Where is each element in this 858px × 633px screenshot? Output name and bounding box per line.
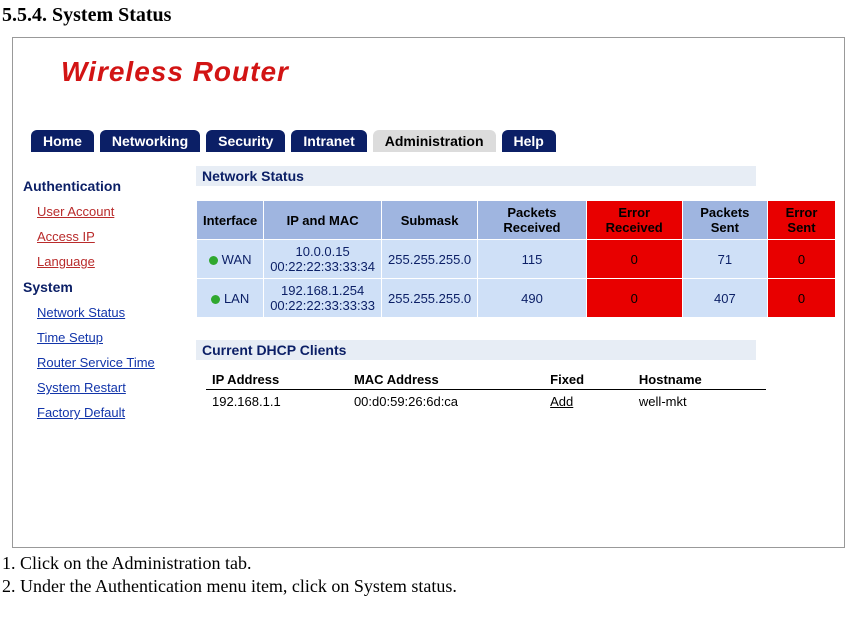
- cell-interface: LAN: [197, 279, 264, 318]
- th-submask: Submask: [382, 201, 478, 240]
- table-header-row: IP Address MAC Address Fixed Hostname: [206, 370, 766, 390]
- sidebar-item-user-account[interactable]: User Account: [37, 204, 186, 219]
- sidebar-item-system-restart[interactable]: System Restart: [37, 380, 186, 395]
- dhcp-clients-table: IP Address MAC Address Fixed Hostname 19…: [206, 370, 766, 413]
- add-fixed-link[interactable]: Add: [550, 394, 573, 409]
- cell-fixed: Add: [544, 390, 633, 414]
- cell-error-recv: 0: [586, 240, 682, 279]
- cell-ip-mac: 10.0.0.1500:22:22:33:33:34: [264, 240, 382, 279]
- cell-packets-recv: 490: [478, 279, 587, 318]
- status-dot-icon: [211, 295, 220, 304]
- cell-error-sent: 0: [768, 279, 836, 318]
- tab-help[interactable]: Help: [502, 130, 556, 152]
- cell-ip-mac: 192.168.1.25400:22:22:33:33:33: [264, 279, 382, 318]
- router-screenshot: Wireless Router Home Networking Security…: [12, 37, 845, 548]
- cell-mac: 00:d0:59:26:6d:ca: [348, 390, 544, 414]
- cell-ip: 192.168.1.1: [206, 390, 348, 414]
- th-fixed: Fixed: [544, 370, 633, 390]
- table-row: WAN 10.0.0.1500:22:22:33:33:34 255.255.2…: [197, 240, 836, 279]
- cell-packets-sent: 71: [682, 240, 767, 279]
- th-hostname: Hostname: [633, 370, 766, 390]
- cell-error-sent: 0: [768, 240, 836, 279]
- tab-home[interactable]: Home: [31, 130, 94, 152]
- cell-submask: 255.255.255.0: [382, 279, 478, 318]
- tab-administration[interactable]: Administration: [373, 130, 496, 152]
- cell-interface-text: LAN: [224, 291, 249, 306]
- cell-mac: 00:22:22:33:33:33: [270, 298, 375, 313]
- th-packets-sent: Packets Sent: [682, 201, 767, 240]
- instructions: 1. Click on the Administration tab. 2. U…: [2, 552, 858, 598]
- sidebar-group-system: System: [23, 279, 186, 295]
- instruction-step-2: 2. Under the Authentication menu item, c…: [2, 575, 858, 598]
- brand-title: Wireless Router: [61, 56, 289, 87]
- th-interface: Interface: [197, 201, 264, 240]
- cell-submask: 255.255.255.0: [382, 240, 478, 279]
- status-dot-icon: [209, 256, 218, 265]
- cell-packets-recv: 115: [478, 240, 587, 279]
- brand-area: Wireless Router: [13, 38, 844, 130]
- instruction-step-1: 1. Click on the Administration tab.: [2, 552, 858, 575]
- cell-ip: 192.168.1.254: [281, 283, 364, 298]
- sidebar: Authentication User Account Access IP La…: [13, 152, 186, 547]
- table-row: 192.168.1.1 00:d0:59:26:6d:ca Add well-m…: [206, 390, 766, 414]
- table-header-row: Interface IP and MAC Submask Packets Rec…: [197, 201, 836, 240]
- main-content: Network Status Interface IP and MAC Subm…: [186, 152, 844, 547]
- network-status-table: Interface IP and MAC Submask Packets Rec…: [196, 200, 836, 318]
- th-mac: MAC Address: [348, 370, 544, 390]
- cell-hostname: well-mkt: [633, 390, 766, 414]
- sidebar-item-router-service-time[interactable]: Router Service Time: [37, 355, 186, 370]
- cell-mac: 00:22:22:33:33:34: [270, 259, 375, 274]
- th-ip: IP Address: [206, 370, 348, 390]
- sidebar-item-network-status[interactable]: Network Status: [37, 305, 186, 320]
- tab-networking[interactable]: Networking: [100, 130, 200, 152]
- sidebar-item-language[interactable]: Language: [37, 254, 186, 269]
- th-error-sent: Error Sent: [768, 201, 836, 240]
- th-packets-recv: Packets Received: [478, 201, 587, 240]
- cell-interface-text: WAN: [222, 252, 252, 267]
- dhcp-clients-title: Current DHCP Clients: [196, 340, 756, 360]
- top-nav: Home Networking Security Intranet Admini…: [13, 130, 844, 152]
- cell-ip: 10.0.0.15: [296, 244, 350, 259]
- network-status-title: Network Status: [196, 166, 756, 186]
- sidebar-group-authentication: Authentication: [23, 178, 186, 194]
- th-ip-mac: IP and MAC: [264, 201, 382, 240]
- tab-security[interactable]: Security: [206, 130, 285, 152]
- cell-interface: WAN: [197, 240, 264, 279]
- page-heading: 5.5.4. System Status: [2, 4, 858, 27]
- sidebar-item-time-setup[interactable]: Time Setup: [37, 330, 186, 345]
- cell-error-recv: 0: [586, 279, 682, 318]
- table-row: LAN 192.168.1.25400:22:22:33:33:33 255.2…: [197, 279, 836, 318]
- sidebar-item-access-ip[interactable]: Access IP: [37, 229, 186, 244]
- tab-intranet[interactable]: Intranet: [291, 130, 366, 152]
- sidebar-item-factory-default[interactable]: Factory Default: [37, 405, 186, 420]
- cell-packets-sent: 407: [682, 279, 767, 318]
- th-error-recv: Error Received: [586, 201, 682, 240]
